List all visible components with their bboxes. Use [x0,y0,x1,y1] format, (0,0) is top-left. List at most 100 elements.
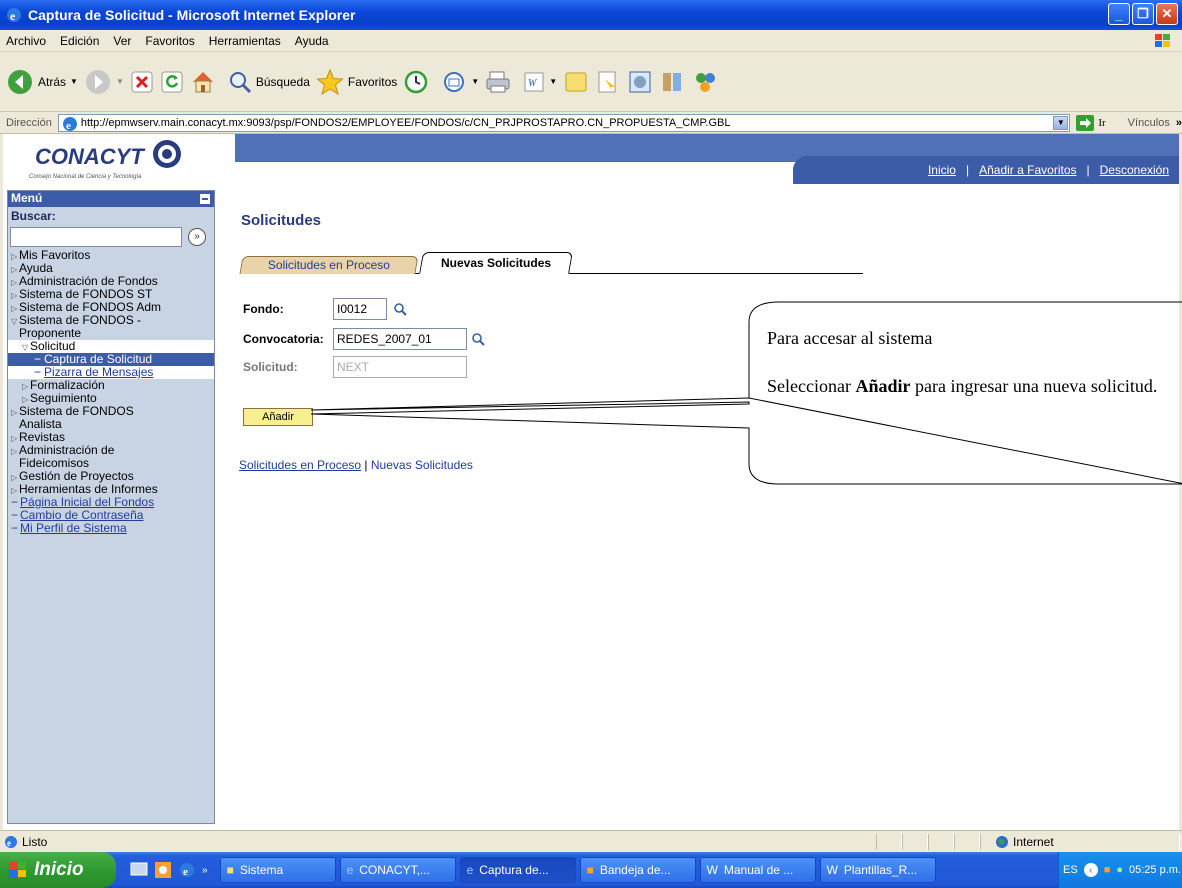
close-button[interactable]: ✕ [1156,3,1178,25]
address-input[interactable]: e http://epmwserv.main.conacyt.mx:9093/p… [57,113,1071,132]
ie-window: e Captura de Solicitud - Microsoft Inter… [0,0,1182,888]
window-title: Captura de Solicitud - Microsoft Interne… [28,7,356,23]
svg-text:e: e [183,866,188,878]
home-icon[interactable] [190,69,216,95]
menu-favoritos[interactable]: Favoritos [145,34,194,48]
address-url: http://epmwserv.main.conacyt.mx:9093/psp… [80,116,731,129]
callout-line1: Para accesar al sistema [767,328,933,348]
outlook-task-icon: ■ [586,863,594,877]
mail-icon [444,71,465,92]
folder-icon[interactable] [563,69,589,95]
language-indicator[interactable]: ES [1063,864,1078,876]
nav-anadir-favoritos[interactable]: Añadir a Favoritos [979,163,1076,177]
menu-search-go-icon[interactable]: » [188,228,206,246]
task-plantillas[interactable]: W Plantillas_R... [819,857,936,883]
desktop-icon[interactable] [130,861,148,879]
status-bar: e Listo Internet [0,830,1182,852]
nav-desconexion[interactable]: Desconexión [1100,163,1169,177]
word-task-icon: W [706,863,718,877]
print-icon[interactable] [485,69,511,95]
messenger-icon[interactable] [595,69,621,95]
menu-header: Menú [8,191,214,207]
search-label: Buscar: [11,209,56,223]
clock: 05:25 p.m. [1129,864,1181,876]
tab-nuevas-solicitudes[interactable]: Nuevas Solicitudes [419,252,573,274]
users-icon[interactable] [691,69,719,95]
callout-line2: Seleccionar Añadir para ingresar una nue… [767,376,1158,396]
menu-item-mi-perfil-de-sistema[interactable]: − Mi Perfil de Sistema [8,522,214,535]
task-conacyt[interactable]: e CONACYT,... [339,857,456,883]
menu-herramientas[interactable]: Herramientas [209,34,281,48]
minimize-button[interactable]: _ [1108,3,1130,25]
back-arrow-icon [8,69,32,94]
status-zone: Internet [980,834,1180,850]
chevron-right-icon[interactable]: » [1176,117,1182,129]
maximize-button[interactable]: ❐ [1132,3,1154,25]
system-tray: ES ‹ ■ ● 05:25 p.m. [1058,852,1182,888]
task-captura[interactable]: e Captura de... [459,857,576,883]
history-icon[interactable] [403,69,429,95]
edit-button[interactable]: W ▼ [523,71,557,93]
page-title: Solicitudes [241,212,322,229]
menu-archivo[interactable]: Archivo [6,34,46,48]
outlook-icon[interactable] [154,861,172,879]
menu-ver[interactable]: Ver [113,34,131,48]
windows-logo-icon [1155,34,1170,47]
search-icon [229,71,251,93]
ie-quick-icon[interactable]: e [178,861,196,879]
back-label: Atrás [38,74,67,89]
menu-items: ▷ Mis Favoritos ▷ Ayuda ▷ Administración de F… [8,249,214,535]
svg-text:Consejo Nacional de Ciencia y: Consejo Nacional de Ciencia y Tecnología [29,174,142,180]
callout-text: Para accesar al sistema Seleccionar Añad… [767,326,1182,398]
fondo-label: Fondo: [243,302,284,316]
word-icon: W [524,72,544,91]
links-label[interactable]: Vínculos [1128,117,1170,129]
tools-icon[interactable] [659,69,685,95]
page-header: CONACYT Consejo Nacional de Ciencia y Te… [3,134,1179,186]
tray-outlook-icon[interactable]: ■ [1104,864,1111,876]
menu-search-input[interactable] [10,227,182,247]
search-button[interactable]: Búsqueda [228,70,310,94]
browser-content: CONACYT Consejo Nacional de Ciencia y Te… [0,134,1182,830]
research-icon[interactable] [627,69,653,95]
stop-icon[interactable] [130,70,154,94]
status-text: Listo [22,834,48,849]
menu-edicion[interactable]: Edición [60,34,99,48]
task-sistema[interactable]: ■ Sistema [219,857,336,883]
menu-bar: Archivo Edición Ver Favoritos Herramient… [0,30,1182,52]
tray-network-icon[interactable]: ● [1116,864,1123,876]
ie-icon: e [7,8,21,23]
tray-expand-icon[interactable]: ‹ [1083,863,1098,877]
task-manual[interactable]: W Manual de ... [699,857,816,883]
header-nav: Inicio | Añadir a Favoritos | Desconexió… [793,156,1179,184]
task-bandeja[interactable]: ■ Bandeja de... [579,857,696,883]
start-label: Inicio [34,859,84,880]
start-button[interactable]: Inicio [0,852,116,888]
go-button[interactable]: Ir [1076,114,1106,131]
status-seg-1 [876,834,902,850]
collapse-menu-icon[interactable] [199,193,211,205]
anadir-button[interactable]: Añadir [243,408,313,426]
svg-text:e: e [66,120,71,132]
status-seg-4 [954,834,980,850]
svg-text:e: e [7,838,11,848]
zone-label: Internet [1013,835,1054,849]
nav-inicio[interactable]: Inicio [928,163,956,177]
star-icon [316,68,344,95]
conacyt-logo: CONACYT Consejo Nacional de Ciencia y Te… [29,140,181,180]
tab-solicitudes-en-proceso[interactable]: Solicitudes en Proceso [239,256,419,274]
taskbar: Inicio e » ■ Sistema e CONACYT,... e Captur… [0,852,1182,888]
back-button[interactable]: Atrás ▼ [6,68,78,96]
favorites-button[interactable]: Favoritos [316,68,397,96]
mail-button[interactable]: ▼ [441,71,479,93]
title-bar: e Captura de Solicitud - Microsoft Inter… [0,0,1182,30]
globe-icon [996,836,1008,848]
quick-launch-more-icon[interactable]: » [202,865,208,876]
menu-ayuda[interactable]: Ayuda [295,34,329,48]
svg-text:CONACYT: CONACYT [35,144,145,169]
forward-button[interactable]: ▼ [84,68,124,96]
address-bar: Dirección e http://epmwserv.main.conacyt… [0,112,1182,134]
address-dropdown[interactable]: ▼ [1053,115,1069,130]
tab-bar: Solicitudes en Proceso Nuevas Solicitude… [239,252,863,274]
refresh-icon[interactable] [160,70,184,94]
